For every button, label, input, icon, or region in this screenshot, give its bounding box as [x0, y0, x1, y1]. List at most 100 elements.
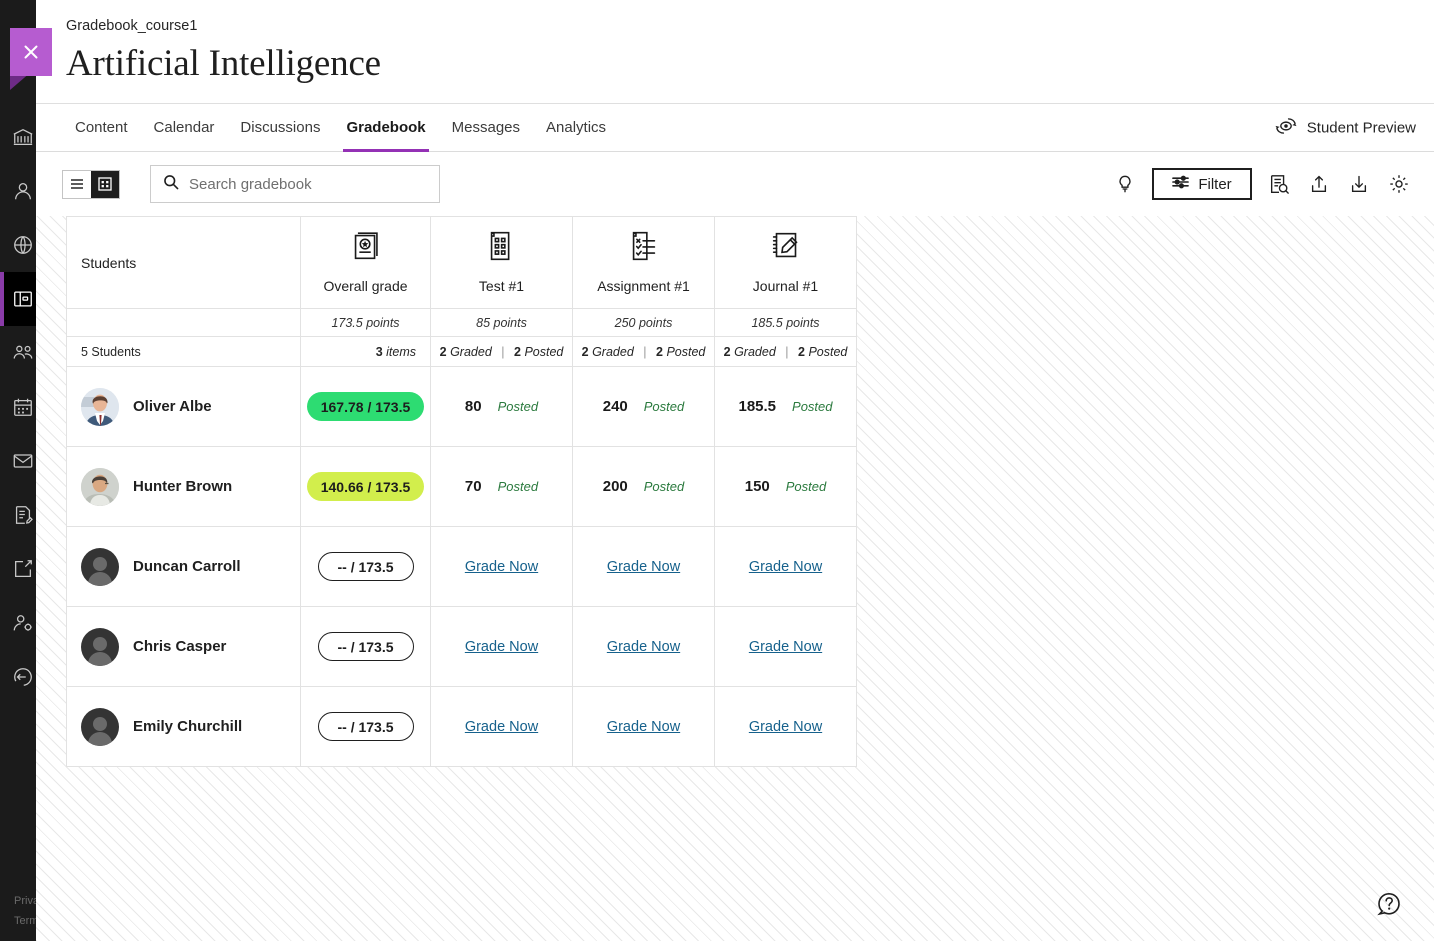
- avatar: [81, 708, 119, 746]
- grade-cell-test-1[interactable]: 70 Posted: [431, 447, 573, 527]
- grade-now-link[interactable]: Grade Now: [749, 559, 822, 575]
- status-badge: Posted: [498, 399, 538, 414]
- tab-messages[interactable]: Messages: [439, 104, 533, 151]
- column-header-test-1[interactable]: Test #1: [431, 217, 573, 309]
- divider: |: [643, 345, 646, 359]
- student-count: 5 Students: [67, 337, 301, 367]
- grade-cell-assignment-1[interactable]: Grade Now: [573, 687, 715, 767]
- status-badge: Posted: [792, 399, 832, 414]
- grid-view-button[interactable]: [91, 171, 119, 198]
- posted-label: Posted: [524, 345, 563, 359]
- overall-grade-pill: 167.78 / 173.5: [307, 392, 425, 421]
- posted-label: Posted: [808, 345, 847, 359]
- grade-cell-journal-1[interactable]: Grade Now: [715, 607, 857, 687]
- student-cell[interactable]: Chris Casper: [67, 607, 301, 687]
- grade-value: 240: [603, 398, 628, 415]
- student-cell[interactable]: Duncan Carroll: [67, 527, 301, 607]
- grade-cell-journal-1[interactable]: 150 Posted: [715, 447, 857, 527]
- test-icon: [431, 227, 572, 270]
- overall-grade-cell[interactable]: -- / 173.5: [301, 687, 431, 767]
- tab-calendar[interactable]: Calendar: [141, 104, 228, 151]
- items-count: 3 items: [301, 337, 431, 367]
- grade-cell-journal-1[interactable]: Grade Now: [715, 687, 857, 767]
- test-1-graded-posted: 2 Graded | 2 Posted: [431, 337, 573, 367]
- tab-gradebook[interactable]: Gradebook: [333, 104, 438, 151]
- tab-discussions[interactable]: Discussions: [227, 104, 333, 151]
- student-preview-button[interactable]: Student Preview: [1274, 116, 1416, 139]
- gradebook-table: Students Overall grade: [66, 216, 857, 767]
- close-course-button[interactable]: [10, 28, 52, 76]
- grade-now-link[interactable]: Grade Now: [749, 639, 822, 655]
- grade-cell-assignment-1[interactable]: 240 Posted: [573, 367, 715, 447]
- search-input[interactable]: [189, 176, 427, 193]
- grade-now-link[interactable]: Grade Now: [607, 639, 680, 655]
- graded-count: 2: [440, 345, 447, 359]
- grade-cell-journal-1[interactable]: Grade Now: [715, 527, 857, 607]
- close-icon[interactable]: [10, 28, 52, 76]
- grade-value: 200: [603, 478, 628, 495]
- grade-cell-test-1[interactable]: Grade Now: [431, 527, 573, 607]
- divider: |: [785, 345, 788, 359]
- document-search-icon[interactable]: [1266, 171, 1292, 197]
- test-1-points: 85 points: [431, 309, 573, 337]
- student-name: Hunter Brown: [133, 478, 232, 495]
- student-cell[interactable]: Hunter Brown: [67, 447, 301, 527]
- grade-cell-test-1[interactable]: 80 Posted: [431, 367, 573, 447]
- column-header-assignment-1[interactable]: Assignment #1: [573, 217, 715, 309]
- column-header-overall-grade[interactable]: Overall grade: [301, 217, 431, 309]
- filter-icon: [1172, 175, 1189, 193]
- points-blank-cell: [67, 309, 301, 337]
- tab-content[interactable]: Content: [62, 104, 141, 151]
- tab-label: Discussions: [240, 119, 320, 136]
- gear-icon[interactable]: [1386, 171, 1412, 197]
- table-row[interactable]: Hunter Brown 140.66 / 173.5 70 Posted 20…: [67, 447, 857, 527]
- overall-grade-cell[interactable]: 167.78 / 173.5: [301, 367, 431, 447]
- table-row[interactable]: Oliver Albe 167.78 / 173.5 80 Posted 240…: [67, 367, 857, 447]
- list-view-button[interactable]: [63, 171, 91, 198]
- journal-icon: [715, 227, 856, 270]
- journal-1-graded-posted: 2 Graded | 2 Posted: [715, 337, 857, 367]
- gradebook-toolbar: Filter: [36, 152, 1434, 216]
- overall-grade-cell[interactable]: -- / 173.5: [301, 607, 431, 687]
- download-icon[interactable]: [1346, 171, 1372, 197]
- table-row[interactable]: Duncan Carroll -- / 173.5 Grade Now Grad…: [67, 527, 857, 607]
- grade-cell-assignment-1[interactable]: Grade Now: [573, 607, 715, 687]
- filter-button[interactable]: Filter: [1152, 168, 1252, 200]
- upload-icon[interactable]: [1306, 171, 1332, 197]
- journal-1-points: 185.5 points: [715, 309, 857, 337]
- grade-cell-assignment-1[interactable]: 200 Posted: [573, 447, 715, 527]
- view-toggle-group: [62, 170, 120, 199]
- table-row[interactable]: Emily Churchill -- / 173.5 Grade Now Gra…: [67, 687, 857, 767]
- student-cell[interactable]: Emily Churchill: [67, 687, 301, 767]
- students-column-header[interactable]: Students: [67, 217, 301, 309]
- page-title: Artificial Intelligence: [66, 40, 1434, 88]
- grade-cell-test-1[interactable]: Grade Now: [431, 687, 573, 767]
- grade-now-link[interactable]: Grade Now: [607, 559, 680, 575]
- tab-label: Gradebook: [346, 119, 425, 136]
- grade-value: 80: [465, 398, 482, 415]
- lightbulb-icon[interactable]: [1112, 171, 1138, 197]
- table-row[interactable]: Chris Casper -- / 173.5 Grade Now Grade …: [67, 607, 857, 687]
- overall-grade-cell[interactable]: -- / 173.5: [301, 527, 431, 607]
- help-button[interactable]: [1374, 891, 1404, 921]
- grade-now-link[interactable]: Grade Now: [465, 719, 538, 735]
- overall-grade-pill: -- / 173.5: [318, 552, 414, 581]
- graded-count: 2: [724, 345, 731, 359]
- overall-grade-cell[interactable]: 140.66 / 173.5: [301, 447, 431, 527]
- grade-now-link[interactable]: Grade Now: [465, 639, 538, 655]
- search-gradebook-box[interactable]: [150, 165, 440, 203]
- assignment-1-graded-posted: 2 Graded | 2 Posted: [573, 337, 715, 367]
- grade-cell-test-1[interactable]: Grade Now: [431, 607, 573, 687]
- student-name: Oliver Albe: [133, 398, 212, 415]
- students-header-label: Students: [81, 255, 136, 271]
- grade-now-link[interactable]: Grade Now: [607, 719, 680, 735]
- grade-now-link[interactable]: Grade Now: [465, 559, 538, 575]
- student-cell[interactable]: Oliver Albe: [67, 367, 301, 447]
- tab-analytics[interactable]: Analytics: [533, 104, 619, 151]
- grade-cell-journal-1[interactable]: 185.5 Posted: [715, 367, 857, 447]
- posted-count: 2: [514, 345, 521, 359]
- column-header-journal-1[interactable]: Journal #1: [715, 217, 857, 309]
- tab-label: Analytics: [546, 119, 606, 136]
- grade-cell-assignment-1[interactable]: Grade Now: [573, 527, 715, 607]
- grade-now-link[interactable]: Grade Now: [749, 719, 822, 735]
